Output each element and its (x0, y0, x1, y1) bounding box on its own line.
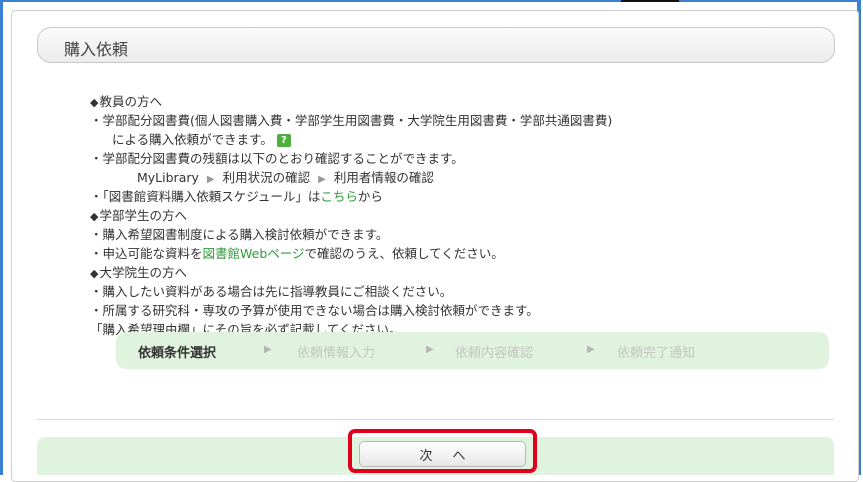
step-arrow-icon: ▶ (264, 344, 272, 355)
step-1: 依頼条件選択 (138, 346, 217, 361)
path-arrow-icon: ▶ (206, 174, 215, 185)
help-icon[interactable]: ? (276, 134, 291, 147)
path-arrow-icon: ▶ (318, 174, 326, 185)
path-mylibrary: MyLibrary (137, 170, 199, 185)
undergrad-item1: ・購入希望図書制度による購入検討依頼ができます。 (90, 227, 389, 242)
faculty-item1-text: による購入依頼ができます。 (112, 132, 273, 147)
schedule-link[interactable]: こちら (320, 189, 358, 204)
grad-item1: ・購入したい資料がある場合は先に指導教員にご相談ください。 (90, 284, 453, 299)
undergrad-item2-pre: ・申込可能な資料を (90, 246, 203, 261)
faculty-item1-line1: ・学部配分図書費(個人図書購入費・学部学生用図書費・大学院生用図書費・学部共通図… (90, 113, 613, 128)
faculty-item3: ・「図書館資料購入依頼スケジュール」はこちらから (90, 189, 383, 205)
page-title: 購入依頼 (64, 40, 129, 59)
undergrad-item2: ・申込可能な資料を図書館Webページで確認のうえ、依頼してください。 (90, 246, 504, 262)
schedule-suffix: から (357, 189, 383, 204)
grad-item2: ・所属する研究科・専攻の予算が使用できない場合は購入検討依頼ができます。 (90, 303, 539, 318)
step-arrow-icon: ▶ (426, 344, 434, 355)
step-indicator: 依頼条件選択 ▶ 依頼情報入力 ▶ 依頼内容確認 ▶ 依頼完了通知 (116, 332, 829, 369)
undergrad-heading: 学部学生の方へ (90, 208, 187, 225)
divider (37, 419, 834, 420)
faculty-heading: 教員の方へ (90, 94, 162, 111)
path-usage-status: 利用状況の確認 (222, 170, 311, 185)
library-web-link[interactable]: 図書館Webページ (203, 246, 305, 261)
schedule-text: ・「図書館資料購入依頼スケジュール」は (90, 189, 321, 204)
window-frame-left (0, 0, 3, 475)
step-3: 依頼内容確認 (455, 346, 534, 361)
faculty-item2: ・学部配分図書費の残額は以下のとおり確認することができます。 (90, 151, 464, 166)
path-user-info: 利用者情報の確認 (333, 170, 434, 185)
faculty-item1-line2: による購入依頼ができます。? (112, 132, 291, 148)
window-frame-top (3, 0, 857, 2)
mylibrary-path: MyLibrary ▶ 利用状況の確認 ▶ 利用者情報の確認 (137, 170, 434, 188)
page-title-bar: 購入依頼 (37, 27, 835, 63)
highlight-box (348, 429, 537, 473)
step-4: 依頼完了通知 (617, 346, 696, 361)
step-arrow-icon: ▶ (587, 344, 595, 355)
undergrad-item2-post: で確認のうえ、依頼してください。 (304, 246, 504, 261)
grad-heading: 大学院生の方へ (90, 265, 187, 282)
step-2: 依頼情報入力 (297, 346, 376, 361)
top-marker (621, 0, 679, 2)
